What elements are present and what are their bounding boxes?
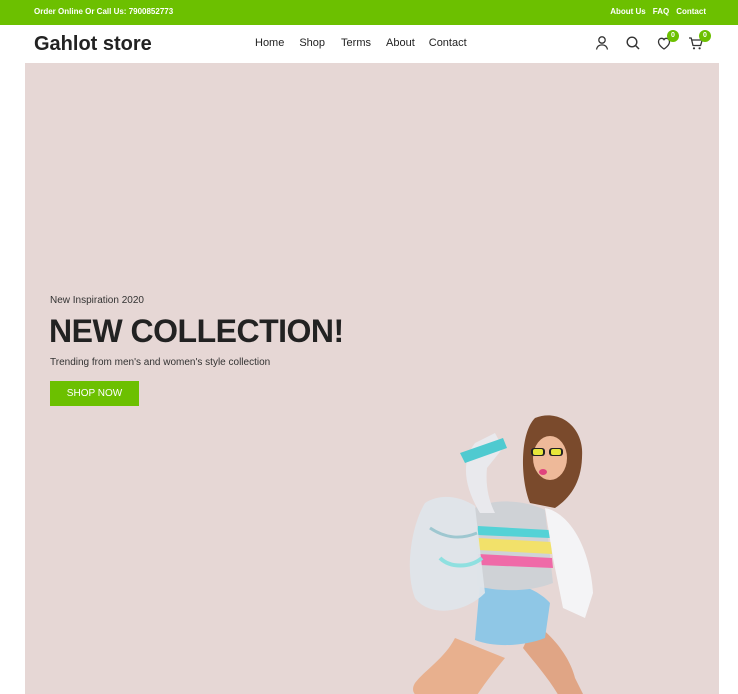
header-icons: 0 0 xyxy=(593,30,713,54)
hero-subtitle: Trending from men's and women's style co… xyxy=(50,357,271,368)
hero-headline: NEW COLLECTION! xyxy=(49,313,344,349)
nav-home[interactable]: Home xyxy=(255,37,284,49)
search-icon[interactable] xyxy=(624,34,642,52)
top-links: About Us FAQ Contact xyxy=(610,7,706,16)
main-nav: Home Shop Terms About Contact xyxy=(255,37,467,49)
nav-terms[interactable]: Terms xyxy=(341,37,371,49)
store-logo[interactable]: Gahlot store xyxy=(34,33,152,56)
top-bar: Order Online Or Call Us: 7900852773 Abou… xyxy=(0,0,738,25)
nav-shop[interactable]: Shop xyxy=(299,37,325,49)
nav-contact[interactable]: Contact xyxy=(429,37,467,49)
cart-count-badge: 0 xyxy=(699,30,711,42)
user-icon[interactable] xyxy=(593,34,611,52)
contact-info: Order Online Or Call Us: 7900852773 xyxy=(34,7,174,16)
hero-banner: New Inspiration 2020 NEW COLLECTION! Tre… xyxy=(25,63,719,694)
shop-now-button[interactable]: SHOP NOW xyxy=(50,381,139,406)
top-link-faq[interactable]: FAQ xyxy=(653,7,669,16)
wishlist-count-badge: 0 xyxy=(667,30,679,42)
top-link-contact[interactable]: Contact xyxy=(676,7,706,16)
hero-model-image xyxy=(409,415,593,694)
nav-about[interactable]: About xyxy=(386,37,415,49)
site-header: Gahlot store Home Shop Terms About Conta… xyxy=(0,25,738,63)
hero-eyebrow: New Inspiration 2020 xyxy=(50,295,144,306)
top-link-about-us[interactable]: About Us xyxy=(610,7,646,16)
